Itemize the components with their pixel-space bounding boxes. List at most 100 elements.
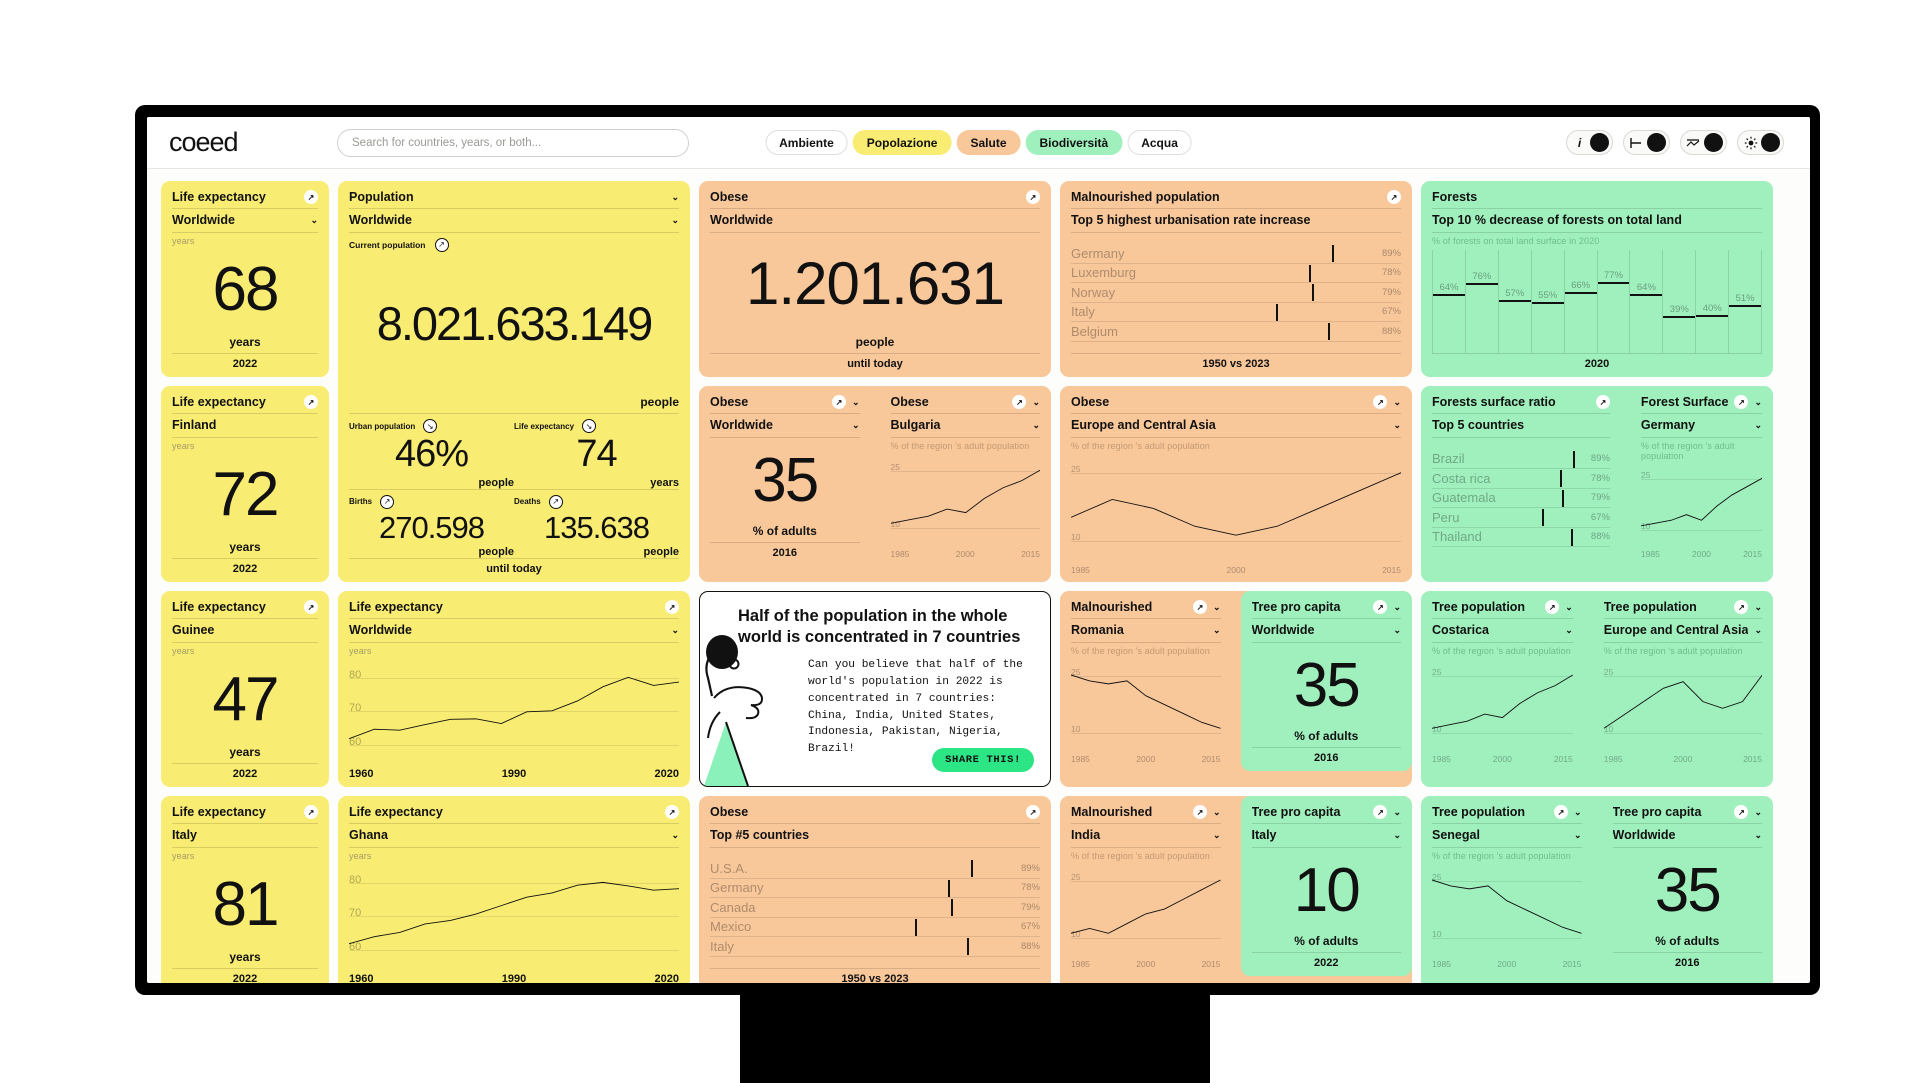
chevron-down-icon[interactable]: ⌄ [1574, 807, 1582, 817]
card-life-expectancy-guinee[interactable]: Life expectancy ↗ Guinee years 47 years … [161, 591, 329, 787]
card-malnourished-top5[interactable]: Malnourished population ↗ Top 5 highest … [1060, 181, 1412, 377]
chevron-down-icon[interactable]: ⌄ [1032, 397, 1040, 407]
card-life-expectancy-italy[interactable]: Life expectancy ↗ Italy years 81 years 2… [161, 796, 329, 983]
card-obese-bulgaria[interactable]: Obese ↗ ⌄ Bulgaria ⌄ % of the region 's … [879, 386, 1051, 566]
card-region-row[interactable]: Finland [172, 414, 318, 438]
chevron-down-icon[interactable]: ⌄ [852, 421, 860, 430]
chevron-down-icon[interactable]: ⌄ [1754, 421, 1762, 430]
card-obese-worldwide-total[interactable]: Obese ↗ Worldwide 1.201.631 people until… [699, 181, 1051, 377]
card-region-row[interactable]: Worldwide ⌄ [172, 209, 318, 233]
chevron-down-icon[interactable]: ⌄ [671, 831, 679, 840]
card-life-expectancy-finland[interactable]: Life expectancy ↗ Finland years 72 years… [161, 386, 329, 582]
search-input[interactable] [352, 136, 674, 149]
card-region-row[interactable]: Worldwide ⌄ [349, 209, 679, 233]
expand-icon[interactable]: ↗ [1373, 600, 1388, 615]
expand-icon[interactable]: ↗ [831, 395, 846, 410]
expand-icon[interactable]: ↗ [304, 190, 318, 205]
collapse-icon[interactable]: ↘ [582, 419, 597, 434]
card-tree-population-costarica[interactable]: Tree population ↗ ⌄ Costarica ⌄ % of the… [1421, 591, 1584, 771]
card-region-row[interactable]: Worldwide ⌄ [349, 619, 679, 643]
chevron-down-icon[interactable]: ⌄ [1393, 831, 1401, 840]
chevron-down-icon[interactable]: ⌄ [1213, 602, 1221, 612]
chevron-down-icon[interactable]: ⌄ [1754, 602, 1762, 612]
chevron-down-icon[interactable]: ⌄ [1754, 831, 1762, 840]
card-malnourished-india[interactable]: Malnourished ↗ ⌄ India ⌄ % of the region… [1060, 796, 1232, 976]
card-malnourished-romania[interactable]: Malnourished ↗ ⌄ Romania ⌄ % of the regi… [1060, 591, 1232, 771]
expand-icon[interactable]: ↗ [1734, 805, 1749, 820]
card-region-row[interactable]: Bulgaria ⌄ [890, 414, 1040, 438]
card-obese-top5[interactable]: Obese ↗ Top #5 countries U.S.A. 89% German… [699, 796, 1051, 983]
card-population[interactable]: Population ⌄ Worldwide ⌄ Current populat… [338, 181, 690, 582]
app-logo[interactable]: coeed [169, 127, 319, 158]
chevron-down-icon[interactable]: ⌄ [1213, 626, 1221, 635]
card-region-row[interactable]: Worldwide ⌄ [1612, 824, 1762, 848]
chevron-down-icon[interactable]: ⌄ [1754, 397, 1762, 407]
expand-icon[interactable]: ↗ [1192, 805, 1207, 820]
chevron-down-icon[interactable]: ⌄ [1565, 626, 1573, 635]
expand-icon[interactable]: ↗ [665, 805, 679, 820]
card-region-row[interactable]: Italy ⌄ [1251, 824, 1401, 848]
card-forest-surface-germany[interactable]: Forest Surface ↗ ⌄ Germany ⌄ % of the re… [1629, 386, 1773, 566]
expand-icon[interactable]: ↗ [434, 237, 449, 252]
expand-icon[interactable]: ↗ [1373, 395, 1388, 410]
chevron-down-icon[interactable]: ⌄ [671, 626, 679, 635]
chevron-down-icon[interactable]: ⌄ [1213, 807, 1221, 817]
card-region-row[interactable]: Worldwide ⌄ [710, 414, 860, 438]
share-button[interactable]: SHARE THIS! [932, 748, 1034, 772]
card-region-row[interactable]: India ⌄ [1071, 824, 1221, 848]
chevron-down-icon[interactable]: ⌄ [310, 216, 318, 225]
search-box[interactable] [337, 128, 689, 157]
chevron-down-icon[interactable]: ⌄ [671, 192, 679, 202]
card-tree-pro-capita-worldwide[interactable]: Tree pro capita ↗ ⌄ Worldwide ⌄ 35 % of … [1240, 591, 1412, 771]
expand-icon[interactable]: ↗ [548, 494, 563, 509]
chevron-down-icon[interactable]: ⌄ [1565, 602, 1573, 612]
chevron-down-icon[interactable]: ⌄ [1754, 807, 1762, 817]
expand-icon[interactable]: ↗ [380, 494, 395, 509]
chevron-down-icon[interactable]: ⌄ [1393, 626, 1401, 635]
tab-popolazione[interactable]: Popolazione [852, 130, 952, 155]
chevron-down-icon[interactable]: ⌄ [1393, 807, 1401, 817]
chevron-down-icon[interactable]: ⌄ [1393, 397, 1401, 407]
expand-icon[interactable]: ↗ [1373, 805, 1388, 820]
card-region-row[interactable]: Romania ⌄ [1071, 619, 1221, 643]
expand-icon[interactable]: ↗ [1387, 190, 1401, 205]
toggle-brightness[interactable] [1737, 130, 1784, 155]
toggle-bar-chart[interactable] [1623, 130, 1670, 155]
card-region-row[interactable]: Germany ⌄ [1640, 414, 1762, 438]
expand-icon[interactable]: ↗ [1026, 805, 1040, 820]
chevron-down-icon[interactable]: ⌄ [1574, 831, 1582, 840]
chevron-down-icon[interactable]: ⌄ [852, 397, 860, 407]
expand-icon[interactable]: ↗ [665, 600, 679, 615]
card-forests-top10[interactable]: Forests Top 10 % decrease of forests on … [1421, 181, 1773, 377]
card-region-row[interactable]: Europe and Central Asia ⌄ [1071, 414, 1401, 438]
chevron-down-icon[interactable]: ⌄ [1754, 626, 1762, 635]
card-life-expectancy-worldwide-chart[interactable]: Life expectancy ↗ Worldwide ⌄ years 80 70… [338, 591, 690, 787]
card-region-row[interactable]: Guinee [172, 619, 318, 643]
card-region-row[interactable]: Worldwide ⌄ [1251, 619, 1401, 643]
chevron-down-icon[interactable]: ⌄ [1393, 421, 1401, 430]
expand-icon[interactable]: ↗ [1545, 600, 1560, 615]
card-region-row[interactable]: Senegal ⌄ [1432, 824, 1582, 848]
expand-icon[interactable]: ↗ [1026, 190, 1040, 205]
expand-icon[interactable]: ↗ [1012, 395, 1027, 410]
toggle-info[interactable]: i [1566, 130, 1613, 155]
expand-icon[interactable]: ↗ [1734, 395, 1749, 410]
card-tree-pro-capita-worldwide-2[interactable]: Tree pro capita ↗ ⌄ Worldwide ⌄ 35 % of … [1601, 796, 1773, 976]
expand-icon[interactable]: ↗ [1734, 600, 1749, 615]
expand-icon[interactable]: ↗ [304, 395, 318, 410]
chevron-down-icon[interactable]: ⌄ [1032, 421, 1040, 430]
card-region-row[interactable]: Europe and Central Asia ⌄ [1603, 619, 1762, 643]
card-life-expectancy-worldwide[interactable]: Life expectancy ↗ Worldwide ⌄ years 68 y… [161, 181, 329, 377]
card-life-expectancy-ghana[interactable]: Life expectancy ↗ Ghana ⌄ years 80 70 60 1… [338, 796, 690, 983]
card-obese-worldwide-pct[interactable]: Obese ↗ ⌄ Worldwide ⌄ 35 % of adults 201… [699, 386, 871, 566]
card-tree-population-eca[interactable]: Tree population ↗ ⌄ Europe and Central A… [1592, 591, 1773, 771]
card-region-row[interactable]: Ghana ⌄ [349, 824, 679, 848]
card-region-row[interactable]: Italy [172, 824, 318, 848]
card-obese-eca[interactable]: Obese ↗ ⌄ Europe and Central Asia ⌄ % of… [1060, 386, 1412, 582]
chevron-down-icon[interactable]: ⌄ [1393, 602, 1401, 612]
toggle-area-chart[interactable] [1680, 130, 1727, 155]
expand-icon[interactable]: ↗ [1595, 395, 1610, 410]
expand-icon[interactable]: ↗ [1192, 600, 1207, 615]
collapse-icon[interactable]: ↘ [423, 419, 438, 434]
card-region-row[interactable]: Worldwide [710, 209, 1040, 233]
